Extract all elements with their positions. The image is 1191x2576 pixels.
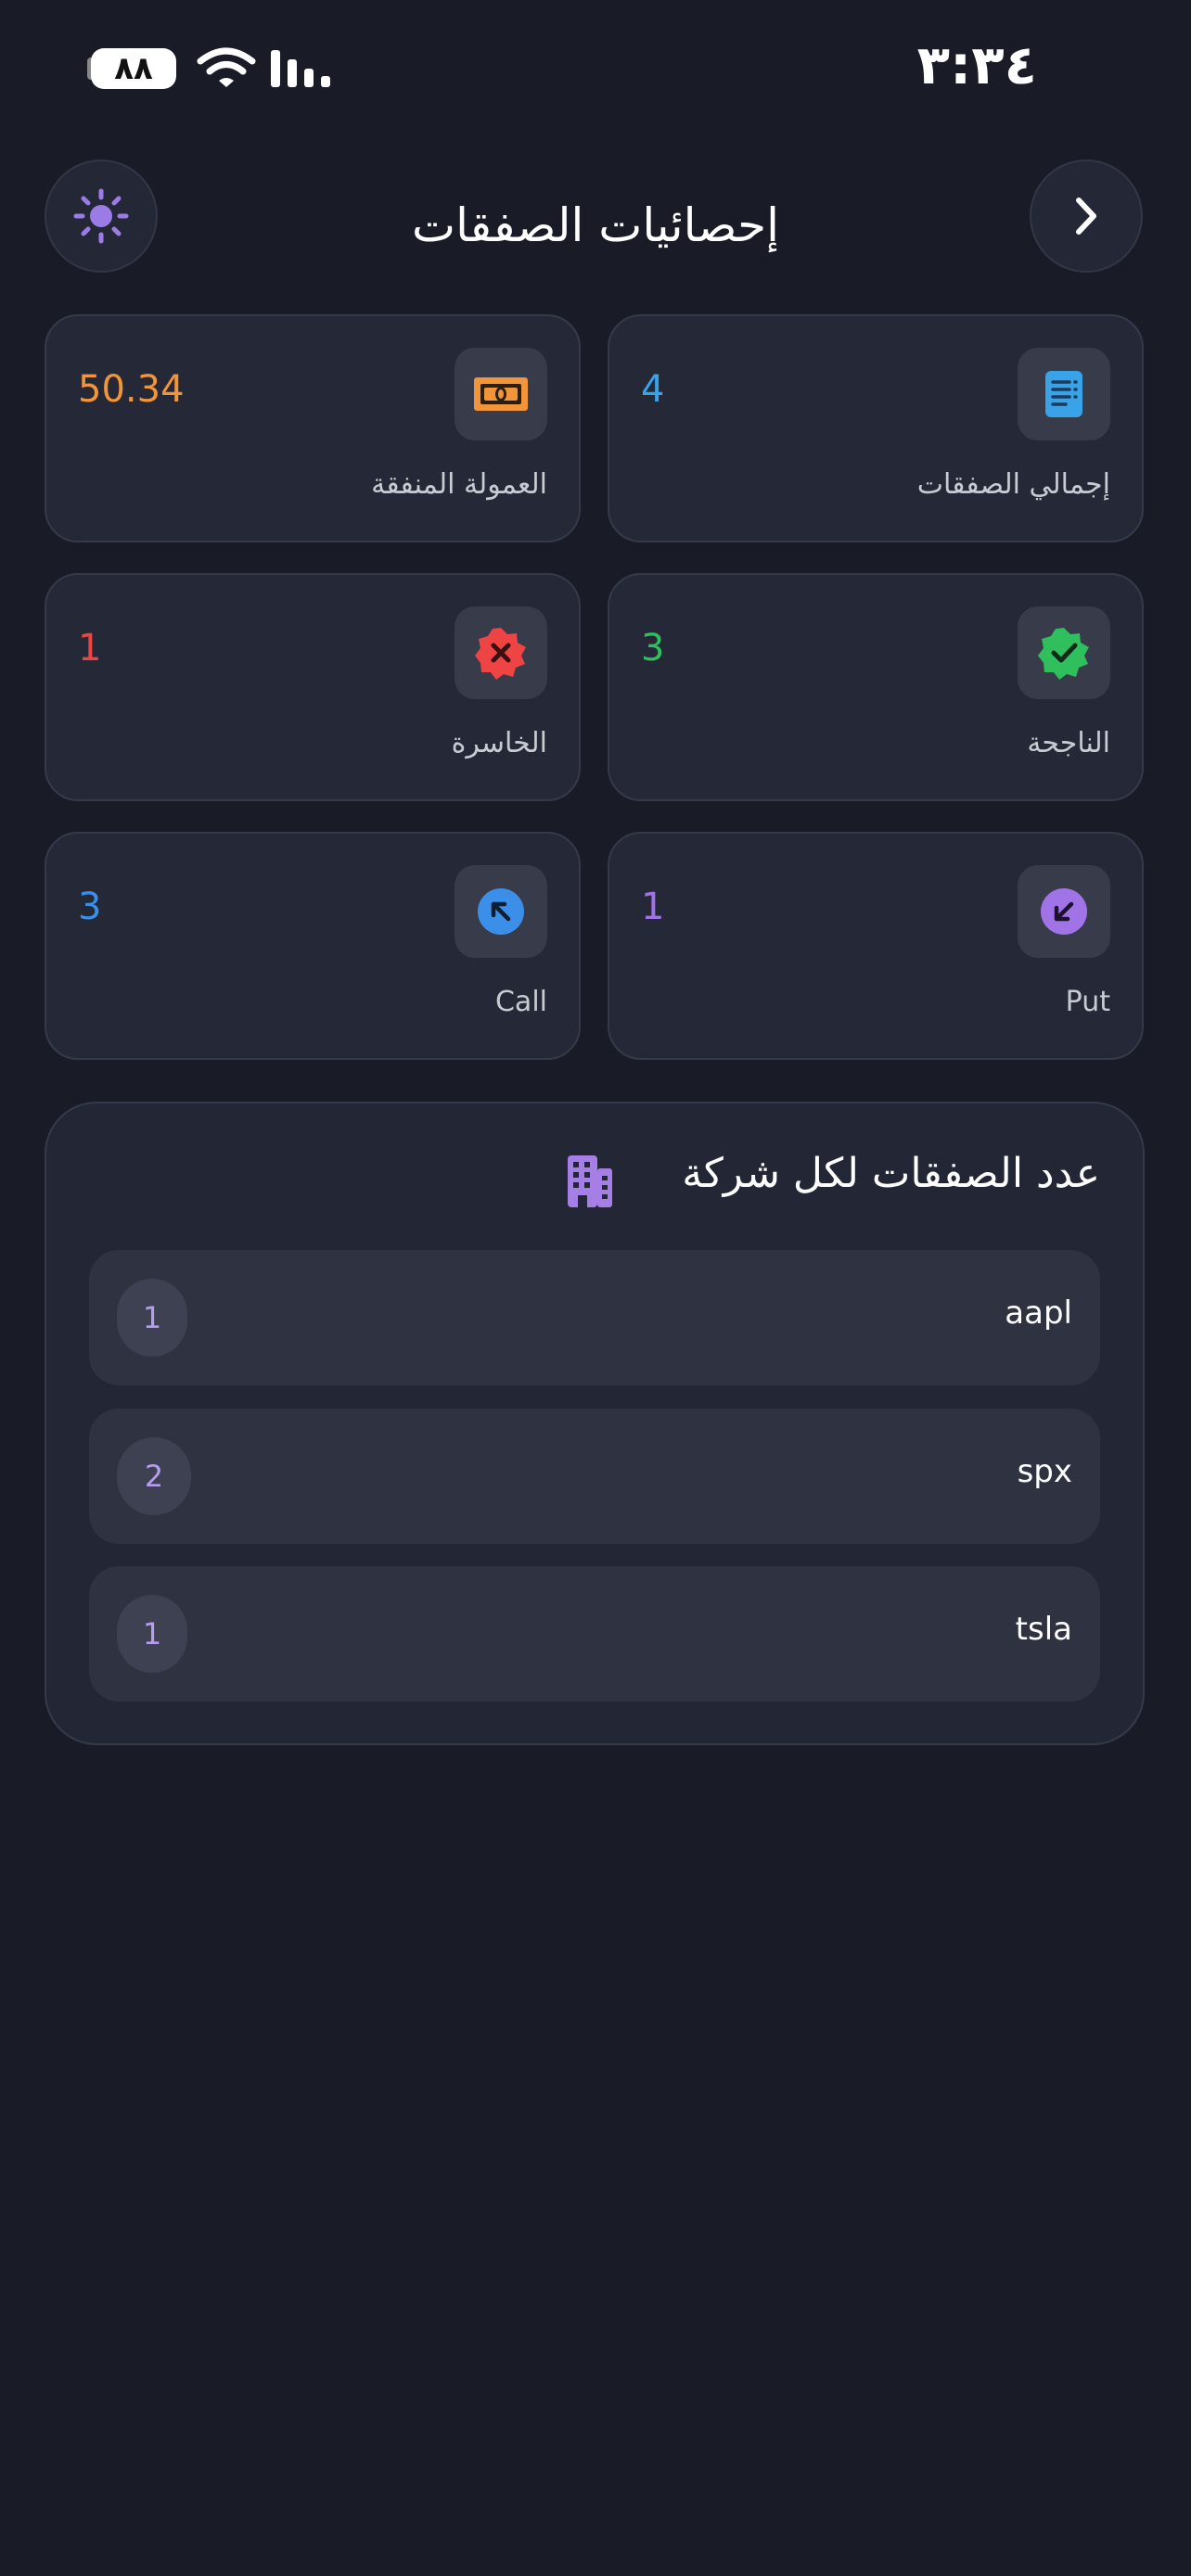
document-icon bbox=[1018, 348, 1110, 440]
stat-card-losing[interactable]: 1 الخاسرة bbox=[45, 573, 581, 801]
stat-card-call[interactable]: 3 Call bbox=[45, 832, 581, 1060]
company-name: aapl bbox=[1005, 1294, 1072, 1332]
company-row[interactable]: aapl 1 bbox=[89, 1250, 1100, 1385]
stat-label: الناجحة bbox=[1027, 727, 1110, 759]
stat-value: 1 bbox=[641, 886, 665, 928]
stat-label: Put bbox=[1065, 986, 1110, 1018]
stat-value: 4 bbox=[641, 368, 665, 411]
building-icon bbox=[568, 1155, 612, 1207]
stat-value: 50.34 bbox=[78, 368, 185, 411]
company-count-badge: 1 bbox=[117, 1279, 187, 1357]
company-row[interactable]: spx 2 bbox=[89, 1409, 1100, 1544]
company-name: spx bbox=[1017, 1453, 1072, 1490]
stat-card-total-trades[interactable]: 4 إجمالي الصفقات bbox=[608, 314, 1144, 542]
signal-icon bbox=[271, 50, 330, 87]
chevron-right-icon bbox=[1076, 198, 1096, 235]
stat-label: العمولة المنفقة bbox=[371, 468, 547, 501]
arrow-up-left-icon bbox=[455, 865, 547, 958]
stat-value: 3 bbox=[78, 886, 102, 928]
money-icon bbox=[455, 348, 547, 440]
x-badge-icon bbox=[455, 606, 547, 699]
company-name: tsla bbox=[1015, 1611, 1072, 1648]
check-badge-icon bbox=[1018, 606, 1110, 699]
wifi-icon bbox=[197, 47, 256, 87]
back-button[interactable] bbox=[1030, 159, 1143, 273]
stat-label: الخاسرة bbox=[451, 727, 547, 759]
stat-card-winning[interactable]: 3 الناجحة bbox=[608, 573, 1144, 801]
company-count-badge: 2 bbox=[117, 1437, 191, 1515]
stat-card-put[interactable]: 1 Put bbox=[608, 832, 1144, 1060]
stat-value: 1 bbox=[78, 627, 102, 670]
panel-title: عدد الصفقات لكل شركة bbox=[682, 1150, 1100, 1197]
stat-card-commission[interactable]: 50.34 العمولة المنفقة bbox=[45, 314, 581, 542]
battery-indicator: ٨٨ bbox=[91, 48, 176, 89]
status-time: ٣:٣٤ bbox=[916, 33, 1037, 96]
stat-label: إجمالي الصفقات bbox=[916, 468, 1110, 501]
page-title: إحصائيات الصفقات bbox=[412, 198, 779, 252]
company-trades-panel: عدد الصفقات لكل شركة aapl 1 spx 2 tsla 1 bbox=[45, 1102, 1145, 1745]
stat-label: Call bbox=[494, 986, 547, 1018]
company-count-badge: 1 bbox=[117, 1595, 187, 1673]
arrow-down-left-icon bbox=[1018, 865, 1110, 958]
company-row[interactable]: tsla 1 bbox=[89, 1566, 1100, 1702]
stat-value: 3 bbox=[641, 627, 665, 670]
